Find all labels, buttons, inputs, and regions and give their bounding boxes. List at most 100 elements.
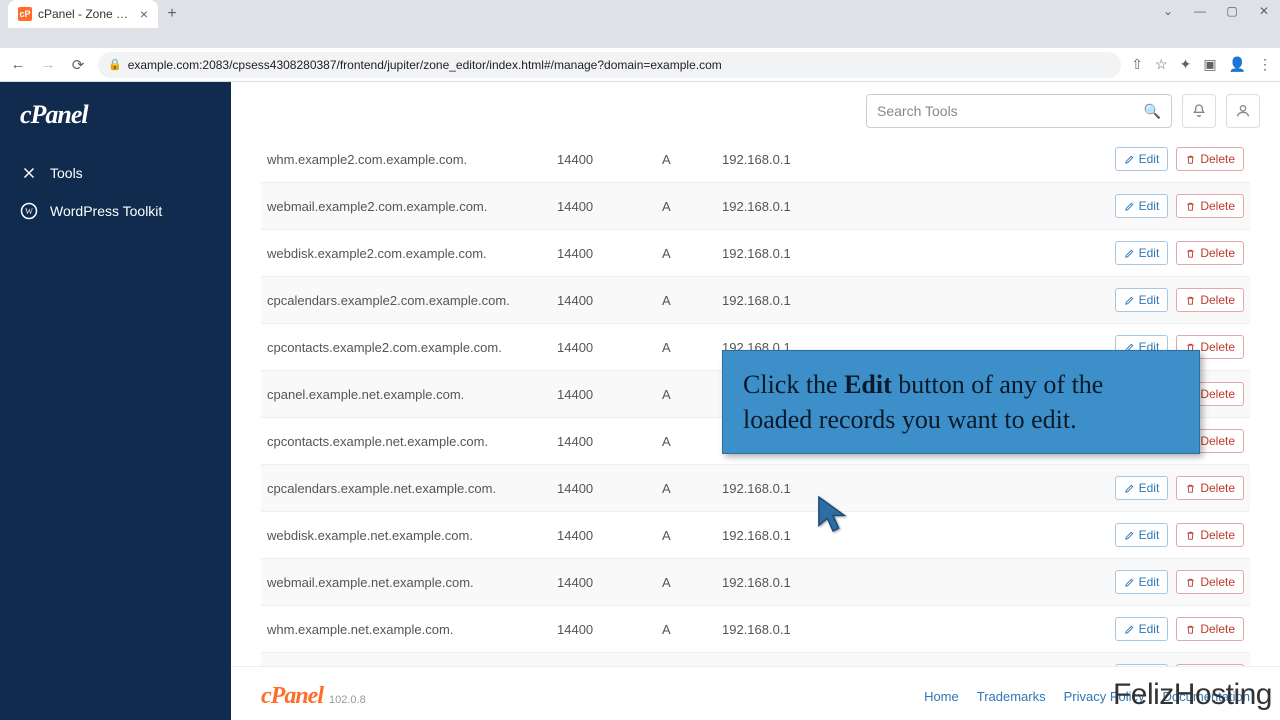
- search-box[interactable]: 🔍: [866, 94, 1172, 128]
- delete-button[interactable]: Delete: [1176, 241, 1244, 265]
- record-name: webdisk.example2.com.example.com.: [267, 246, 557, 261]
- url-text: example.com:2083/cpsess4308280387/fronte…: [128, 58, 722, 72]
- record-ttl: 14400: [557, 622, 662, 637]
- account-button[interactable]: [1226, 94, 1260, 128]
- edit-button[interactable]: Edit: [1115, 617, 1169, 641]
- delete-button[interactable]: Delete: [1176, 288, 1244, 312]
- table-row: cpcalendars.example.net.example.com.1440…: [261, 465, 1250, 512]
- record-type: A: [662, 575, 722, 590]
- record-actions: Edit Delete: [1094, 523, 1244, 547]
- edit-button[interactable]: Edit: [1115, 241, 1169, 265]
- profile-icon[interactable]: 👤: [1229, 56, 1246, 73]
- search-icon[interactable]: 🔍: [1144, 103, 1161, 120]
- record-type: A: [662, 199, 722, 214]
- search-input[interactable]: [877, 103, 1144, 119]
- browser-toolbar: ← → ⟳ 🔒 example.com:2083/cpsess430828038…: [0, 48, 1280, 82]
- record-name: cpcalendars.example2.com.example.com.: [267, 293, 557, 308]
- record-type: A: [662, 246, 722, 261]
- footer-link[interactable]: Trademarks: [977, 689, 1046, 704]
- record-type: A: [662, 434, 722, 449]
- record-name: cpanel.example.net.example.com.: [267, 387, 557, 402]
- table-row: whm.example.net.example.com.14400A192.16…: [261, 606, 1250, 653]
- tab-strip: cP cPanel - Zone Editor × +: [0, 0, 1280, 28]
- tools-icon: [20, 164, 38, 182]
- record-name: whm.example2.com.example.com.: [267, 152, 557, 167]
- record-name: cpcontacts.example.net.example.com.: [267, 434, 557, 449]
- record-value: 192.168.0.1: [722, 152, 1094, 167]
- sidepanel-icon[interactable]: ▣: [1203, 56, 1216, 73]
- delete-button[interactable]: Delete: [1176, 570, 1244, 594]
- window-dropdown-icon[interactable]: ⌄: [1152, 0, 1184, 22]
- record-ttl: 14400: [557, 293, 662, 308]
- sidebar-item-label: WordPress Toolkit: [50, 203, 162, 219]
- sidebar-item-wordpress[interactable]: W WordPress Toolkit: [0, 192, 231, 230]
- footer-brand: cPanel: [261, 683, 323, 710]
- delete-button[interactable]: Delete: [1176, 523, 1244, 547]
- record-ttl: 14400: [557, 481, 662, 496]
- address-bar[interactable]: 🔒 example.com:2083/cpsess4308280387/fron…: [98, 52, 1121, 78]
- delete-button[interactable]: Delete: [1176, 147, 1244, 171]
- back-button[interactable]: ←: [8, 56, 28, 73]
- wordpress-icon: W: [20, 202, 38, 220]
- record-value: 192.168.0.1: [722, 293, 1094, 308]
- table-row: webmail.example.net.example.com.14400A19…: [261, 559, 1250, 606]
- record-value: 192.168.0.1: [722, 575, 1094, 590]
- tab-title: cPanel - Zone Editor: [38, 7, 134, 21]
- record-value: 192.168.0.1: [722, 481, 1094, 496]
- record-type: A: [662, 293, 722, 308]
- reload-button[interactable]: ⟳: [68, 56, 88, 74]
- record-name: cpcalendars.example.net.example.com.: [267, 481, 557, 496]
- record-value: 192.168.0.1: [722, 528, 1094, 543]
- table-row: cpcalendars.example2.com.example.com.144…: [261, 277, 1250, 324]
- forward-button[interactable]: →: [38, 56, 58, 73]
- record-value: 192.168.0.1: [722, 246, 1094, 261]
- table-row: whm.example2.com.example.com.14400A192.1…: [261, 136, 1250, 183]
- window-close-icon[interactable]: ✕: [1248, 0, 1280, 22]
- bookmark-icon[interactable]: ☆: [1155, 56, 1168, 73]
- record-value: 192.168.0.1: [722, 199, 1094, 214]
- tab-close-icon[interactable]: ×: [140, 6, 148, 22]
- edit-button[interactable]: Edit: [1115, 288, 1169, 312]
- notifications-button[interactable]: [1182, 94, 1216, 128]
- sidebar: cPanel Tools W WordPress Toolkit: [0, 82, 231, 720]
- record-ttl: 14400: [557, 528, 662, 543]
- record-value: 192.168.0.1: [722, 622, 1094, 637]
- edit-button[interactable]: Edit: [1115, 194, 1169, 218]
- logo[interactable]: cPanel: [0, 100, 231, 154]
- edit-button[interactable]: Edit: [1115, 147, 1169, 171]
- menu-icon[interactable]: ⋮: [1258, 56, 1272, 73]
- lock-icon: 🔒: [108, 58, 122, 71]
- record-name: webdisk.example.net.example.com.: [267, 528, 557, 543]
- window-minimize-icon[interactable]: —: [1184, 0, 1216, 22]
- share-icon[interactable]: ⇧: [1131, 56, 1143, 73]
- new-tab-button[interactable]: +: [158, 0, 186, 28]
- instruction-callout: Click the Edit button of any of the load…: [722, 350, 1200, 454]
- delete-button[interactable]: Delete: [1176, 617, 1244, 641]
- window-maximize-icon[interactable]: ▢: [1216, 0, 1248, 22]
- edit-button[interactable]: Edit: [1115, 476, 1169, 500]
- watermark: FelizHosting: [1113, 678, 1272, 712]
- window-controls: ⌄ — ▢ ✕: [1152, 0, 1280, 22]
- record-name: whm.example.net.example.com.: [267, 622, 557, 637]
- sidebar-item-tools[interactable]: Tools: [0, 154, 231, 192]
- edit-button[interactable]: Edit: [1115, 570, 1169, 594]
- record-actions: Edit Delete: [1094, 476, 1244, 500]
- footer-link[interactable]: Home: [924, 689, 959, 704]
- edit-button[interactable]: Edit: [1115, 523, 1169, 547]
- record-type: A: [662, 481, 722, 496]
- table-row: webdisk.example.net.example.com.14400A19…: [261, 512, 1250, 559]
- delete-button[interactable]: Delete: [1176, 194, 1244, 218]
- topbar: 🔍: [231, 82, 1280, 136]
- record-actions: Edit Delete: [1094, 194, 1244, 218]
- record-actions: Edit Delete: [1094, 617, 1244, 641]
- record-name: cpcontacts.example2.com.example.com.: [267, 340, 557, 355]
- record-ttl: 14400: [557, 152, 662, 167]
- record-type: A: [662, 152, 722, 167]
- record-actions: Edit Delete: [1094, 147, 1244, 171]
- svg-text:W: W: [25, 207, 33, 216]
- browser-tab[interactable]: cP cPanel - Zone Editor ×: [8, 0, 158, 28]
- browser-chrome: cP cPanel - Zone Editor × + ⌄ — ▢ ✕: [0, 0, 1280, 48]
- extensions-icon[interactable]: ✦: [1180, 56, 1192, 73]
- record-ttl: 14400: [557, 434, 662, 449]
- delete-button[interactable]: Delete: [1176, 476, 1244, 500]
